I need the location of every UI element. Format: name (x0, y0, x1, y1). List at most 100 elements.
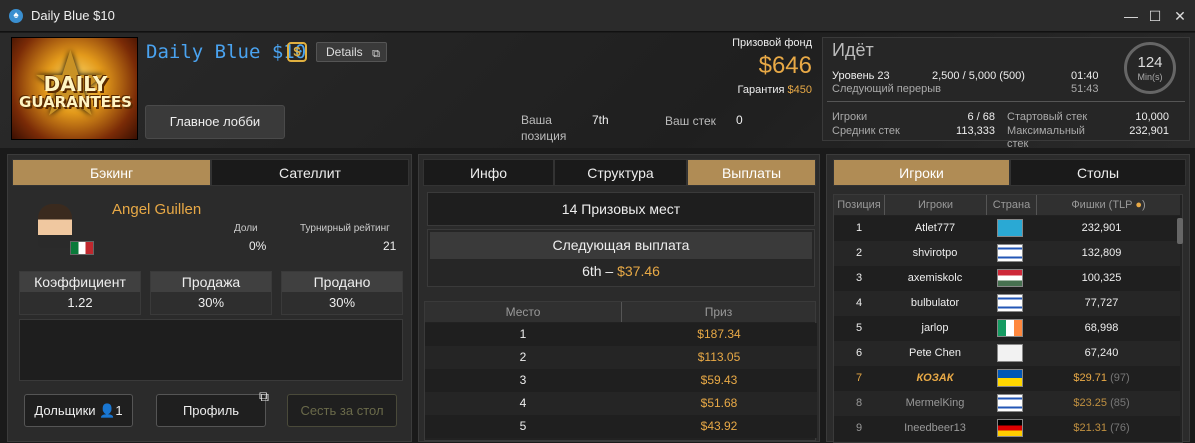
profile-button[interactable]: Профиль ⧉ (156, 389, 269, 427)
player-row[interactable]: 1 Atlet777 232,901 (834, 216, 1180, 241)
player-position: 8 (855, 397, 863, 409)
details-label: Details (326, 45, 363, 59)
payout-row: 2 $113.05 (425, 346, 817, 369)
coefficient-label: Коэффициент (20, 272, 140, 292)
banner-line2: GUARANTEES (19, 93, 132, 111)
chips-value: 232,901 (1081, 222, 1122, 234)
max-stack-value: 232,901 (1129, 125, 1169, 137)
payout-place: 2 (519, 350, 527, 364)
backing-panel: Бэкинг Сателлит Angel Guillen Доли 0% Ту… (7, 154, 412, 442)
maximize-icon[interactable]: ☐ (1145, 6, 1165, 26)
level-clock: 124 Min(s) (1124, 42, 1176, 94)
main-lobby-button[interactable]: Главное лобби (145, 105, 285, 139)
your-position-value: 7th (592, 113, 609, 127)
your-stack-value: 0 (736, 113, 743, 127)
payout-place: 5 (519, 419, 527, 433)
clock-value: 124 (1137, 54, 1163, 71)
player-position: 6 (855, 347, 863, 359)
player-row[interactable]: 2 shvirotpo 132,809 (834, 241, 1180, 266)
players-table-header: Позиция Игроки Страна Фишки (TLP ●) (834, 195, 1180, 215)
guarantee-label: Гарантия (737, 84, 785, 96)
col-position-header: Позиция (837, 199, 881, 211)
col-chips-label: Фишки (TLP (1071, 199, 1133, 211)
chips-value: 100,325 (1081, 272, 1122, 284)
ukraine-flag-icon (997, 369, 1023, 387)
shareholders-button[interactable]: Дольщики 👤1 (24, 394, 133, 427)
player-name: shvirotpo (912, 247, 958, 259)
player-name: Ineedbeer13 (904, 422, 966, 434)
sit-at-table-button[interactable]: Сесть за стол (287, 394, 397, 427)
players-label: Игроки (832, 111, 868, 123)
player-row[interactable]: 3 axemiskolc 100,325 (834, 266, 1180, 291)
scrollbar-thumb[interactable] (1177, 218, 1183, 244)
col-player-header: Игроки (884, 195, 986, 215)
external-link-icon: ⧉ (259, 388, 269, 404)
tab-players[interactable]: Игроки (833, 159, 1010, 186)
col-prize-header: Приз (621, 302, 815, 322)
details-button[interactable]: Details ⧉ (316, 42, 387, 62)
close-icon[interactable]: ✕ (1170, 6, 1190, 26)
player-row[interactable]: 6 Pete Chen 67,240 (834, 341, 1180, 366)
player-position: 1 (855, 222, 863, 234)
player-row[interactable]: 9 Ineedbeer13 $21.31 (76) (834, 416, 1180, 441)
payout-row: 5 $43.92 (425, 415, 817, 438)
player-name: Pete Chen (909, 347, 961, 359)
backing-list-area (19, 319, 403, 381)
germany-flag-icon (997, 419, 1023, 437)
player-position: 7 (855, 372, 863, 384)
payout-row: 1 $187.34 (425, 323, 817, 346)
player-chips: $23.25 (85) (1034, 391, 1169, 416)
tab-satellite[interactable]: Сателлит (211, 159, 409, 186)
currency-badge-icon: $ (287, 42, 307, 62)
player-row[interactable]: 8 MermelKing $23.25 (85) (834, 391, 1180, 416)
next-payout-label: Следующая выплата (430, 232, 812, 259)
player-name: КОЗАК (916, 372, 954, 384)
tab-payouts[interactable]: Выплаты (687, 159, 816, 186)
player-row[interactable]: 7 КОЗАК $29.71 (97) (834, 366, 1180, 391)
player-row[interactable]: 4 bulbulator 77,727 (834, 291, 1180, 316)
player-row[interactable]: 5 jarlop 68,998 (834, 316, 1180, 341)
sale-label: Продажа (151, 272, 271, 292)
player-position: 5 (855, 322, 863, 334)
prize-pool-label: Призовой фонд (732, 37, 812, 49)
player-position: 2 (855, 247, 863, 259)
tab-structure[interactable]: Структура (554, 159, 687, 186)
tab-tables[interactable]: Столы (1010, 159, 1186, 186)
sold-cell: Продано 30% (281, 271, 403, 315)
tab-backing[interactable]: Бэкинг (12, 159, 211, 186)
payout-row: 3 $59.43 (425, 369, 817, 392)
minimize-icon[interactable]: — (1121, 6, 1141, 26)
shares-value: 0% (249, 239, 267, 253)
user-icon: 👤 (99, 403, 116, 418)
payout-place: 4 (519, 396, 527, 410)
players-value: 6 / 68 (967, 111, 995, 123)
divider (827, 101, 1185, 102)
payout-prize: $43.92 (700, 419, 738, 433)
player-chips: 232,901 (1034, 216, 1169, 241)
tab-info[interactable]: Инфо (423, 159, 554, 186)
start-stack-value: 10,000 (1135, 111, 1169, 123)
window-title: Daily Blue $10 (31, 8, 115, 23)
player-avatar (38, 204, 72, 248)
guarantee: Гарантия $450 (700, 84, 812, 96)
tournament-info-panel: Инфо Структура Выплаты 14 Призовых мест … (418, 154, 820, 442)
poker-logo-icon: ♠ (9, 9, 23, 23)
payout-row: 4 $51.68 (425, 392, 817, 415)
max-stack-label: Максимальный стек (1007, 125, 1085, 150)
player-position: 4 (855, 297, 863, 309)
kazakhstan-flag-icon (997, 219, 1023, 237)
level-time: 01:40 (1071, 70, 1099, 82)
chips-sub: (97) (1110, 372, 1130, 384)
payout-prize: $51.68 (700, 396, 738, 410)
ireland-flag-icon (997, 319, 1023, 337)
mexico-flag-icon (70, 241, 94, 255)
player-chips: 67,240 (1034, 341, 1169, 366)
clock-unit: Min(s) (1137, 72, 1163, 82)
player-position: 3 (855, 272, 863, 284)
level-label: Уровень 23 (832, 70, 890, 82)
tournament-name: Daily Blue $10 (146, 41, 307, 63)
chips-sub: (76) (1110, 422, 1130, 434)
player-chips: $29.71 (97) (1034, 366, 1169, 391)
guarantee-value: $450 (787, 84, 812, 96)
player-name: bulbulator (910, 297, 960, 309)
